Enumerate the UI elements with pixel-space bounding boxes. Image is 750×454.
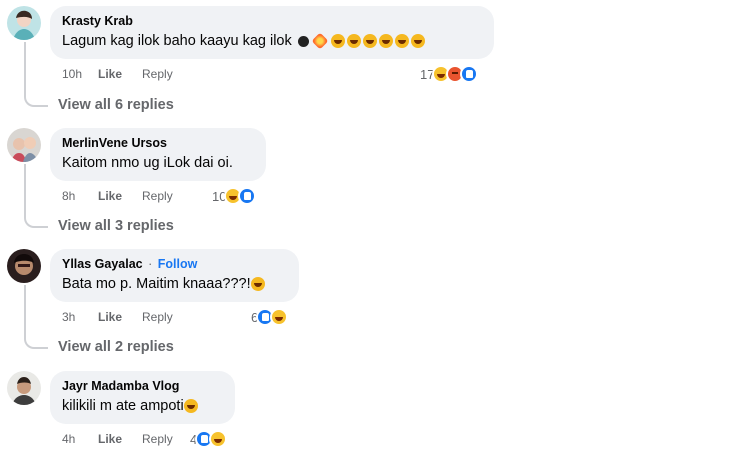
laugh-icon: [410, 34, 425, 48]
comment-actions: 3h Like Reply: [62, 310, 173, 324]
comment-bubble: Krasty Krab Lagum kag ilok baho kaayu ka…: [50, 6, 494, 59]
comment-text: kilikili m ate ampoti: [62, 396, 223, 416]
comment-time[interactable]: 10h: [62, 67, 98, 81]
avatar[interactable]: [7, 6, 41, 40]
avatar[interactable]: [7, 128, 41, 162]
laugh-icon: [394, 34, 409, 48]
comment-body: kilikili m ate ampoti: [62, 398, 184, 414]
comment-text: Lagum kag ilok baho kaayu kag ilok: [62, 31, 482, 51]
reaction-summary[interactable]: 4: [190, 430, 228, 448]
laugh-icon: [346, 34, 361, 48]
thread-connector: [24, 93, 48, 107]
comment-body: Bata mo p. Maitim knaaa???!: [62, 276, 251, 292]
reply-button[interactable]: Reply: [142, 189, 173, 203]
avatar[interactable]: [7, 371, 41, 405]
thread-line: [24, 42, 26, 94]
comment-text: Kaitom nmo ug iLok dai oi.: [62, 153, 254, 173]
separator-dot: ·: [148, 257, 153, 271]
comment-bubble: MerlinVene Ursos Kaitom nmo ug iLok dai …: [50, 128, 266, 181]
reaction-summary[interactable]: 10: [212, 187, 257, 205]
comment-actions: 8h Like Reply: [62, 189, 173, 203]
avatar[interactable]: [7, 249, 41, 283]
comment-time[interactable]: 8h: [62, 189, 98, 203]
follow-button[interactable]: Follow: [158, 257, 198, 271]
laugh-icon: [330, 34, 345, 48]
comment-bubble: Yllas Gayalac · Follow Bata mo p. Maitim…: [50, 249, 299, 302]
comment-author[interactable]: Yllas Gayalac: [62, 257, 143, 271]
comment-text: Bata mo p. Maitim knaaa???!: [62, 274, 287, 294]
view-replies-link[interactable]: View all 6 replies: [58, 97, 174, 113]
reply-button[interactable]: Reply: [142, 310, 173, 324]
haha-reaction-icon: [270, 308, 289, 326]
comment-time[interactable]: 3h: [62, 310, 98, 324]
like-reaction-icon: [460, 65, 479, 83]
reaction-summary[interactable]: 17: [420, 65, 479, 83]
comment-body: Kaitom nmo ug iLok dai oi.: [62, 155, 233, 171]
comment-bubble: Jayr Madamba Vlog kilikili m ate ampoti: [50, 371, 235, 424]
view-replies-link[interactable]: View all 2 replies: [58, 339, 174, 355]
comment-actions: 10h Like Reply: [62, 67, 173, 81]
thread-line: [24, 285, 26, 336]
comment-author[interactable]: Krasty Krab: [62, 13, 482, 29]
like-button[interactable]: Like: [98, 67, 122, 81]
haha-reaction-icon: [209, 430, 228, 448]
laugh-icon: [183, 399, 198, 413]
thread-connector: [24, 214, 48, 228]
like-button[interactable]: Like: [98, 310, 122, 324]
laugh-icon: [362, 34, 377, 48]
reply-button[interactable]: Reply: [142, 432, 173, 446]
bomb-icon: [297, 35, 309, 47]
collision-icon: [311, 32, 329, 50]
comment-body: Lagum kag ilok baho kaayu kag ilok: [62, 33, 292, 49]
comment-author[interactable]: MerlinVene Ursos: [62, 135, 254, 151]
thread-line: [24, 164, 26, 215]
comment-time[interactable]: 4h: [62, 432, 98, 446]
laugh-icon: [378, 34, 393, 48]
comment-actions: 4h Like Reply: [62, 432, 173, 446]
view-replies-link[interactable]: View all 3 replies: [58, 218, 174, 234]
like-reaction-icon: [238, 187, 257, 205]
like-button[interactable]: Like: [98, 432, 122, 446]
comment-author-line: Yllas Gayalac · Follow: [62, 256, 287, 272]
thread-connector: [24, 335, 48, 349]
reaction-summary[interactable]: 6: [251, 308, 289, 326]
comment-author[interactable]: Jayr Madamba Vlog: [62, 378, 223, 394]
like-button[interactable]: Like: [98, 189, 122, 203]
reply-button[interactable]: Reply: [142, 67, 173, 81]
laugh-icon: [250, 277, 265, 291]
